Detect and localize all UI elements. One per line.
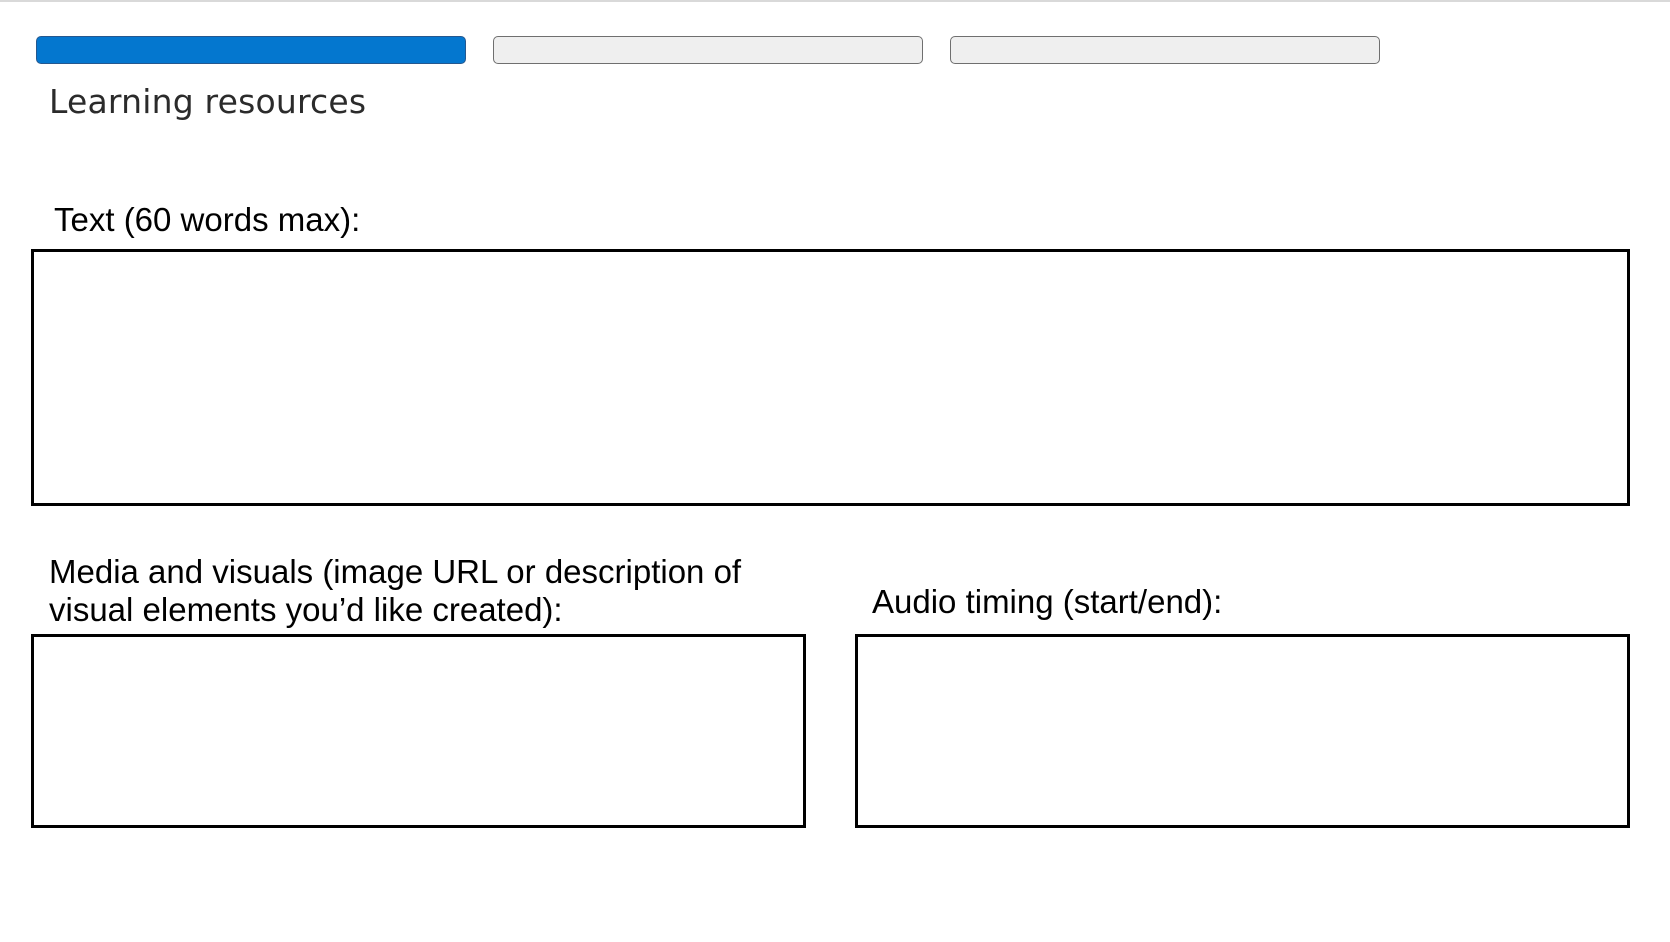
progress-step-1[interactable] <box>36 36 466 64</box>
progress-step-2[interactable] <box>493 36 923 64</box>
text-input[interactable] <box>31 249 1630 506</box>
text-field-label: Text (60 words max): <box>54 201 361 238</box>
audio-timing-input[interactable] <box>855 634 1630 828</box>
top-divider <box>0 0 1670 2</box>
media-visuals-input[interactable] <box>31 634 806 828</box>
page-title: Learning resources <box>49 82 367 121</box>
progress-step-3[interactable] <box>950 36 1380 64</box>
media-field-label: Media and visuals (image URL or descript… <box>49 553 742 628</box>
audio-timing-field-label: Audio timing (start/end): <box>872 583 1223 620</box>
